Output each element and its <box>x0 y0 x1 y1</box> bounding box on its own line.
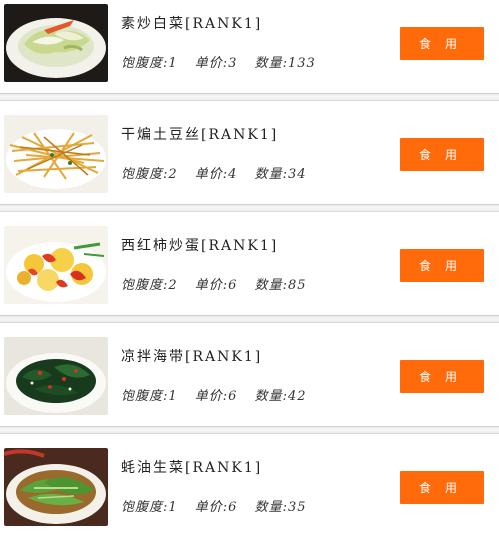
quantity-label: 数量:42 <box>254 389 307 404</box>
dish-name: 蚝油生菜[RANK1] <box>121 460 263 476</box>
dish-stats: 饱腹度:1 单价:6 数量:42 <box>121 385 319 404</box>
eat-button[interactable]: 食用 <box>400 249 484 282</box>
satiety-label: 饱腹度:2 <box>121 167 178 182</box>
dish-name: 西红柿炒蛋[RANK1] <box>121 238 279 254</box>
dish-list: 素炒白菜[RANK1] 饱腹度:1 单价:3 数量:133 食用 干煸土豆丝[R… <box>0 0 499 535</box>
price-label: 单价:6 <box>194 389 238 404</box>
dish-name: 素炒白菜[RANK1] <box>121 16 263 32</box>
dish-row: 素炒白菜[RANK1] 饱腹度:1 单价:3 数量:133 食用 <box>0 0 499 108</box>
dish-name: 凉拌海带[RANK1] <box>121 349 263 365</box>
satiety-label: 饱腹度:2 <box>121 278 178 293</box>
eat-button[interactable]: 食用 <box>400 138 484 171</box>
dish-stats: 饱腹度:1 单价:6 数量:35 <box>121 496 319 515</box>
quantity-label: 数量:35 <box>254 500 307 515</box>
dish-image-cabbage <box>4 4 108 82</box>
dish-stats: 饱腹度:1 单价:3 数量:133 <box>121 52 328 71</box>
satiety-label: 饱腹度:1 <box>121 56 178 71</box>
satiety-label: 饱腹度:1 <box>121 389 178 404</box>
row-divider <box>0 426 499 434</box>
dish-stats: 饱腹度:2 单价:6 数量:85 <box>121 274 319 293</box>
dish-name: 干煸土豆丝[RANK1] <box>121 127 279 143</box>
quantity-label: 数量:34 <box>254 167 307 182</box>
dish-stats: 饱腹度:2 单价:4 数量:34 <box>121 163 319 182</box>
dish-row: 干煸土豆丝[RANK1] 饱腹度:2 单价:4 数量:34 食用 <box>0 111 499 219</box>
price-label: 单价:6 <box>194 278 238 293</box>
dish-row: 西红柿炒蛋[RANK1] 饱腹度:2 单价:6 数量:85 食用 <box>0 222 499 330</box>
price-label: 单价:3 <box>194 56 238 71</box>
price-label: 单价:6 <box>194 500 238 515</box>
dish-image-lettuce <box>4 448 108 526</box>
dish-row: 凉拌海带[RANK1] 饱腹度:1 单价:6 数量:42 食用 <box>0 333 499 441</box>
eat-button[interactable]: 食用 <box>400 360 484 393</box>
dish-row: 蚝油生菜[RANK1] 饱腹度:1 单价:6 数量:35 食用 <box>0 444 499 535</box>
row-divider <box>0 315 499 323</box>
dish-image-tomato-egg <box>4 226 108 304</box>
dish-image-potato <box>4 115 108 193</box>
satiety-label: 饱腹度:1 <box>121 500 178 515</box>
eat-button[interactable]: 食用 <box>400 27 484 60</box>
quantity-label: 数量:133 <box>254 56 316 71</box>
row-divider <box>0 93 499 101</box>
dish-image-seaweed <box>4 337 108 415</box>
price-label: 单价:4 <box>194 167 238 182</box>
quantity-label: 数量:85 <box>254 278 307 293</box>
row-divider <box>0 204 499 212</box>
eat-button[interactable]: 食用 <box>400 471 484 504</box>
